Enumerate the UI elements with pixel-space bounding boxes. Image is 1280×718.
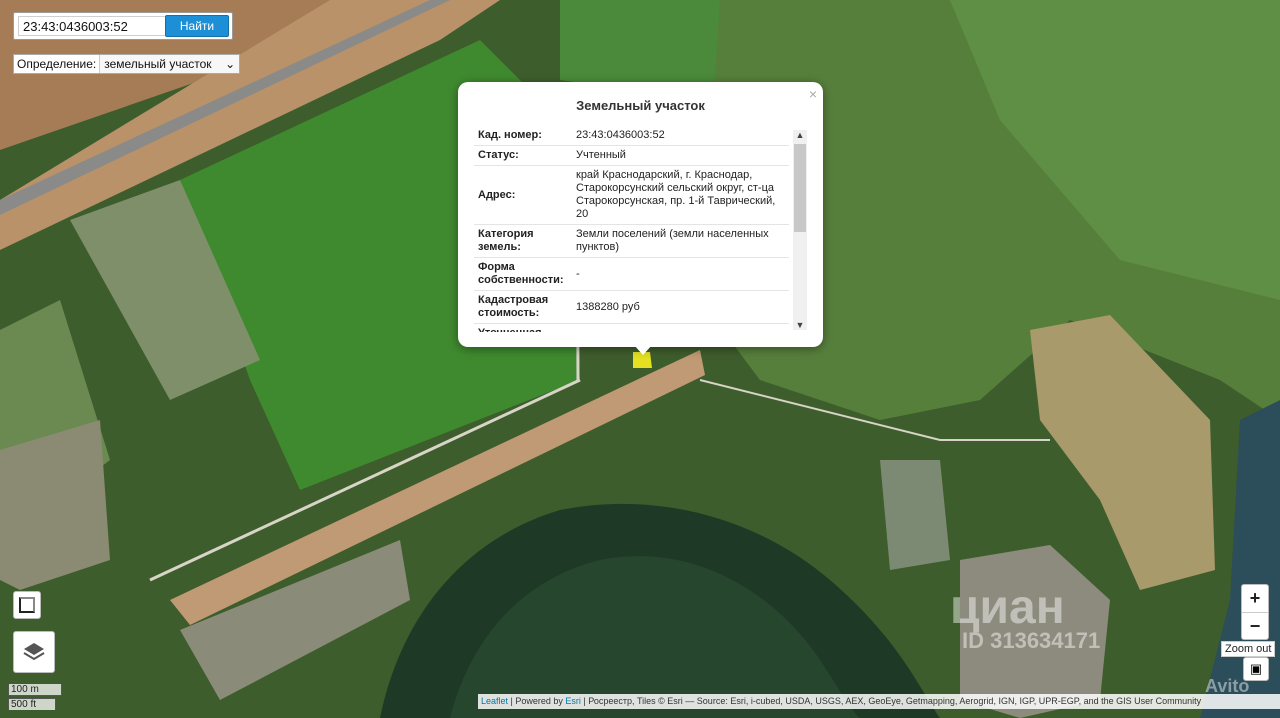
table-row: Категория земель: Земли поселений (земли … <box>474 224 789 258</box>
row-key: Кад. номер: <box>474 126 572 146</box>
row-key: Адрес: <box>474 165 572 225</box>
table-row: Форма собственности: - <box>474 257 789 291</box>
leaflet-link[interactable]: Leaflet <box>481 696 508 706</box>
scroll-thumb[interactable] <box>794 144 806 232</box>
row-value: - <box>572 257 789 291</box>
definition-selected: земельный участок <box>104 57 212 71</box>
zoom-in-button[interactable]: + <box>1242 585 1268 613</box>
table-row: Адрес: край Краснодарский, г. Краснодар, … <box>474 165 789 225</box>
zoom-control: + − <box>1241 584 1269 640</box>
table-row: Кад. номер: 23:43:0436003:52 <box>474 126 789 146</box>
draw-rectangle-button[interactable] <box>13 591 41 619</box>
table-row: Кадастровая стоимость: 1388280 руб <box>474 290 789 324</box>
square-icon <box>19 597 35 613</box>
cadastral-number-input[interactable] <box>18 16 168 36</box>
zoom-out-button[interactable]: − <box>1242 613 1268 640</box>
cian-watermark: циан <box>950 581 1065 634</box>
row-value: Учтенный <box>572 145 789 166</box>
scroll-down-icon[interactable]: ▼ <box>793 320 807 330</box>
row-key: Уточненная <box>474 323 572 332</box>
definition-control: Определение: земельный участок ⌄ <box>13 54 241 74</box>
row-value: 1388280 руб <box>572 290 789 324</box>
search-box: Найти <box>13 12 233 40</box>
layers-icon <box>23 643 45 661</box>
layers-button[interactable] <box>13 631 55 673</box>
row-value: край Краснодарский, г. Краснодар, Старок… <box>572 165 789 225</box>
attribution-text-2: | Росреестр, Tiles © Esri — Source: Esri… <box>580 696 1202 706</box>
zoom-out-tooltip: Zoom out <box>1221 641 1276 657</box>
row-value: 23:43:0436003:52 <box>572 126 789 146</box>
row-key: Категория земель: <box>474 224 572 258</box>
attribution-text-1: | Powered by <box>508 696 566 706</box>
scroll-up-icon[interactable]: ▲ <box>793 130 807 140</box>
scale-metric: 100 m <box>8 684 62 696</box>
popup-title: Земельный участок <box>576 98 705 113</box>
row-key: Кадастровая стоимость: <box>474 290 572 324</box>
definition-select[interactable]: земельный участок ⌄ <box>99 55 240 73</box>
popup-tip <box>634 345 652 355</box>
attribution-bar: Leaflet | Powered by Esri | Росреестр, T… <box>478 694 1280 709</box>
popup-table-scroll[interactable]: Кад. номер: 23:43:0436003:52 Статус: Учтен… <box>474 126 804 332</box>
find-button[interactable]: Найти <box>165 15 229 37</box>
parcel-popup: × Земельный участок Кад. номер: 23:43:043… <box>458 82 823 347</box>
row-key: Статус: <box>474 145 572 166</box>
parcel-info-table: Кад. номер: 23:43:0436003:52 Статус: Учтен… <box>474 126 789 332</box>
esri-link[interactable]: Esri <box>565 696 581 706</box>
row-value: Земли поселений (земли населенных пункто… <box>572 224 789 258</box>
row-key: Форма собственности: <box>474 257 572 291</box>
cian-id-watermark: ID 313634171 <box>962 628 1101 653</box>
chevron-down-icon: ⌄ <box>225 57 236 71</box>
table-row: Статус: Учтенный <box>474 145 789 166</box>
table-row: Уточненная <box>474 323 789 332</box>
definition-label: Определение: <box>17 57 97 71</box>
popup-scrollbar[interactable]: ▲ ▼ <box>793 130 807 330</box>
scale-imperial: 500 ft <box>8 698 56 710</box>
row-value <box>572 323 789 332</box>
fullscreen-icon: ▣ <box>1249 661 1263 676</box>
